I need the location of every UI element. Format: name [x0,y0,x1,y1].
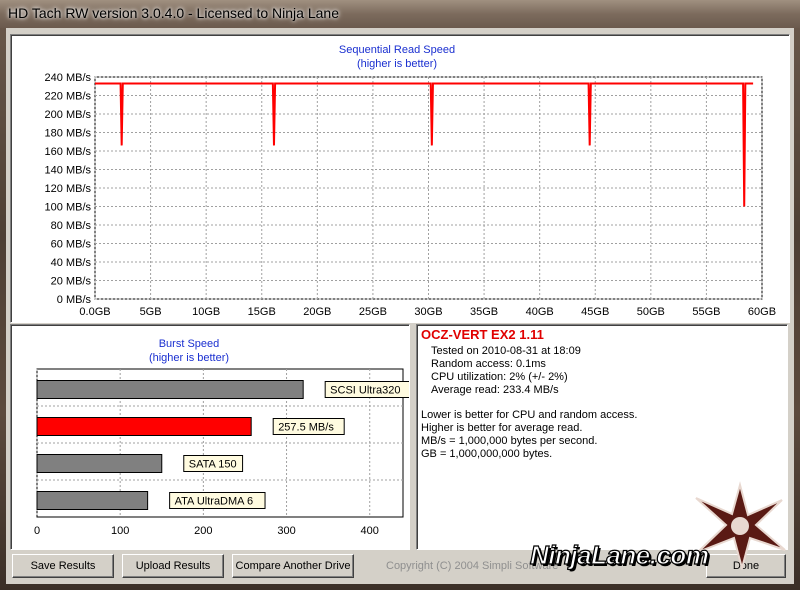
burst-bar-label: SCSI Ultra320 [330,385,400,397]
upload-results-button[interactable]: Upload Results [122,554,224,578]
burst-x-tick-label: 300 [277,525,295,537]
burst-x-axis: 0 100 200 300 400 [34,525,379,537]
note-gb-definition: GB = 1,000,000,000 bytes. [421,448,553,460]
burst-bar-label: 257.5 MB/s [278,422,334,434]
x-tick-label: 55GB [692,306,720,318]
y-tick-label: 180 MB/s [45,128,92,140]
x-tick-label: 20GB [303,306,331,318]
save-results-button[interactable]: Save Results [12,554,114,578]
tested-date: Tested on 2010-08-31 at 18:09 [431,345,581,357]
sequential-chart: Sequential Read Speed (higher is better)… [45,44,777,318]
burst-chart: Burst Speed (higher is better) SCSI Ultr… [34,338,415,537]
y-tick-label: 80 MB/s [51,220,92,232]
app-window: HD Tach RW version 3.0.4.0 - Licensed to… [0,0,800,590]
x-tick-label: 30GB [414,306,442,318]
sequential-x-axis: 0.0GB 5GB 10GB 15GB 20GB 25GB 30GB 35GB 40GB 45GB… [79,306,776,318]
drive-name: OCZ-VERT EX2 1.11 [421,327,544,342]
compare-drive-button[interactable]: Compare Another Drive [232,554,354,578]
x-tick-label: 35GB [470,306,498,318]
random-access: Random access: 0.1ms [431,358,546,370]
average-read: Average read: 233.4 MB/s [431,384,559,396]
y-tick-label: 40 MB/s [51,257,92,269]
burst-bar [36,417,252,436]
burst-bar-label: SATA 150 [189,459,237,471]
cpu-utilization: CPU utilization: 2% (+/- 2%) [431,371,568,383]
burst-chart-panel: Burst Speed (higher is better) SCSI Ultr… [10,324,415,550]
x-tick-label: 50GB [637,306,665,318]
burst-bar [36,454,163,473]
sequential-chart-subtitle: (higher is better) [357,58,437,70]
sequential-y-axis: 240 MB/s 220 MB/s 200 MB/s 180 MB/s 160 MB/s… [45,72,92,306]
y-tick-label: 220 MB/s [45,91,92,103]
watermark-text: NinjaLane.com [529,539,709,570]
x-tick-label: 45GB [581,306,609,318]
y-tick-label: 20 MB/s [51,276,92,288]
x-tick-label: 5GB [140,306,162,318]
y-tick-label: 100 MB/s [45,202,92,214]
y-tick-label: 240 MB/s [45,72,92,84]
y-tick-label: 0 MB/s [57,294,92,306]
note-lower-better: Lower is better for CPU and random acces… [421,409,638,421]
burst-x-tick-label: 400 [361,525,379,537]
burst-x-tick-label: 0 [34,525,40,537]
burst-bar [36,380,304,399]
note-mbs-definition: MB/s = 1,000,000 bytes per second. [421,435,598,447]
x-tick-label: 15GB [248,306,276,318]
burst-chart-subtitle: (higher is better) [149,352,229,364]
burst-bar-label: ATA UltraDMA 6 [175,496,253,508]
x-tick-label: 10GB [192,306,220,318]
burst-x-tick-label: 200 [194,525,212,537]
x-tick-label: 60GB [748,306,776,318]
burst-chart-title: Burst Speed [159,338,220,350]
y-tick-label: 200 MB/s [45,109,92,121]
window-title: HD Tach RW version 3.0.4.0 - Licensed to… [8,5,339,21]
y-tick-label: 160 MB/s [45,146,92,158]
sequential-chart-panel: Sequential Read Speed (higher is better)… [10,34,790,323]
x-tick-label: 0.0GB [79,306,110,318]
burst-x-tick-label: 100 [111,525,129,537]
title-bar[interactable]: HD Tach RW version 3.0.4.0 - Licensed to… [0,0,800,28]
client-area: Sequential Read Speed (higher is better)… [6,28,794,584]
note-higher-better: Higher is better for average read. [421,422,583,434]
x-tick-label: 40GB [526,306,554,318]
burst-bar [36,491,149,510]
y-tick-label: 60 MB/s [51,239,92,251]
x-tick-label: 25GB [359,306,387,318]
sequential-chart-title: Sequential Read Speed [339,44,455,56]
y-tick-label: 120 MB/s [45,183,92,195]
y-tick-label: 140 MB/s [45,165,92,177]
